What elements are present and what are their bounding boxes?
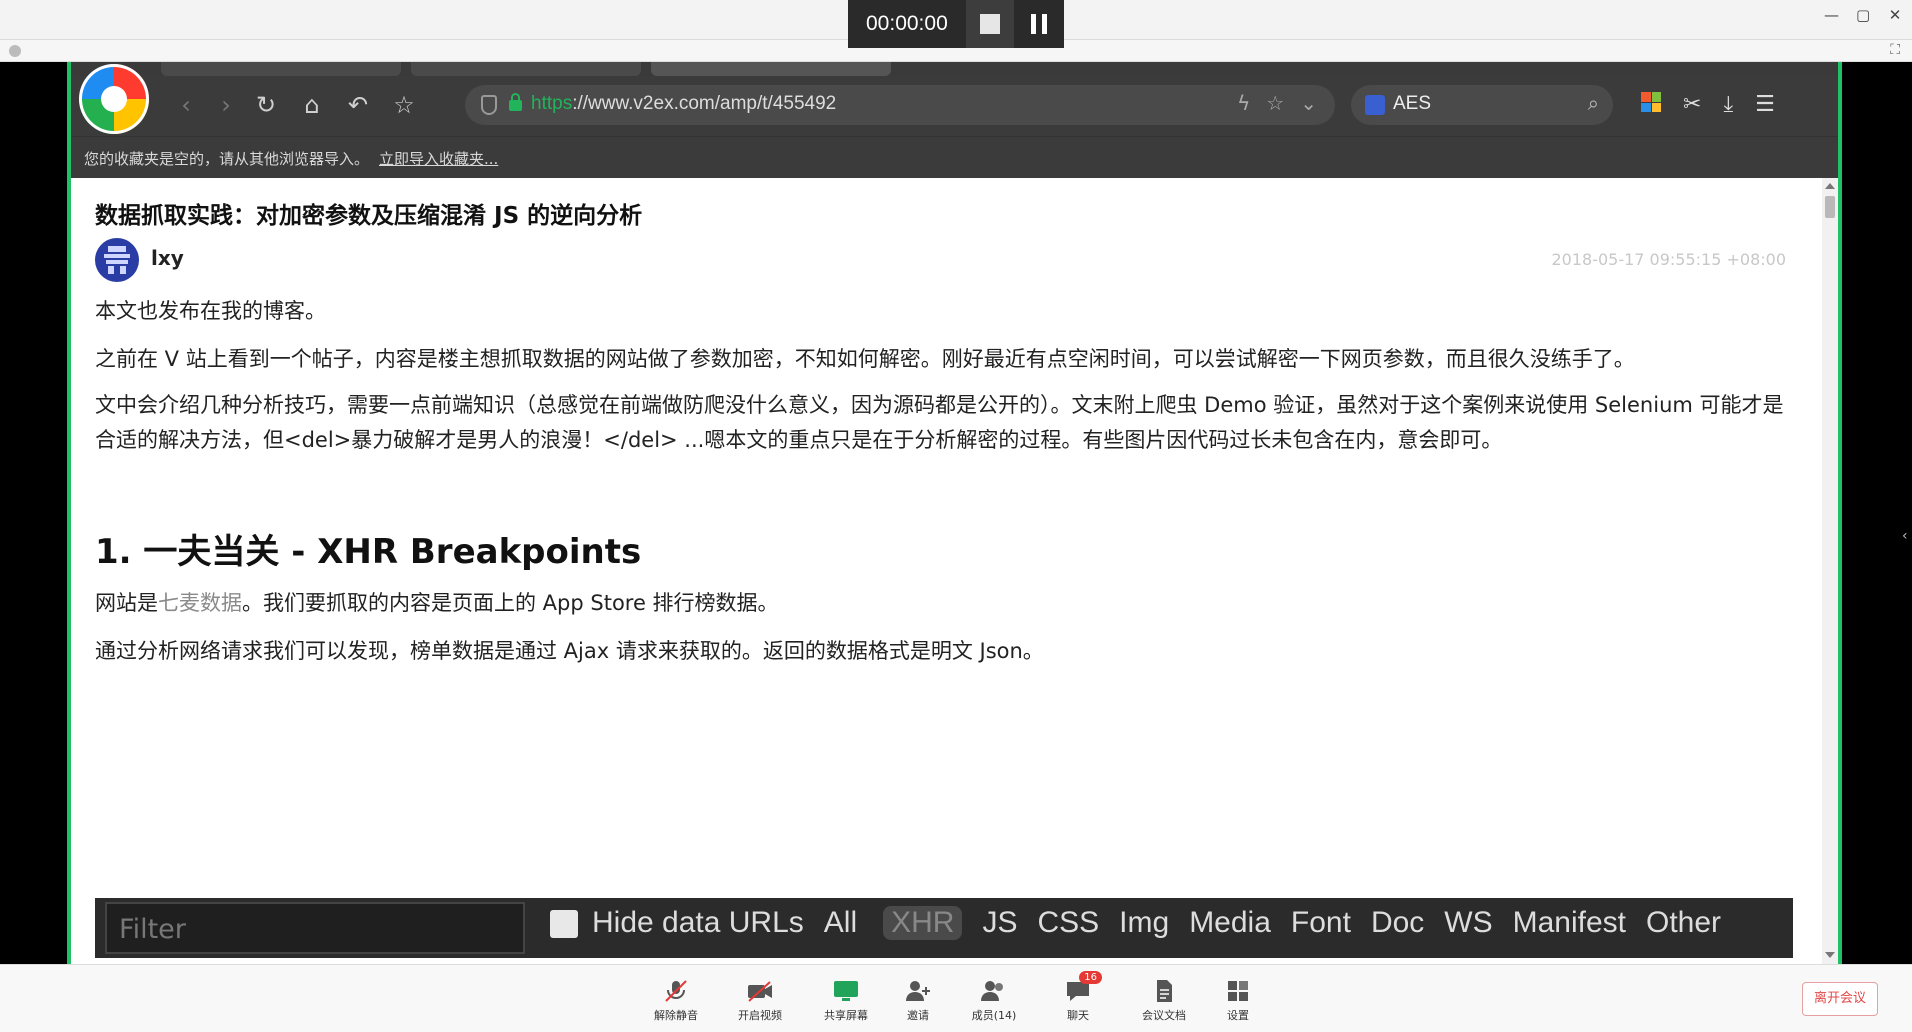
share-screen-button[interactable]: 共享屏幕 [816,979,876,1023]
home-icon[interactable]: ⌂ [297,90,327,120]
search-input[interactable]: AES [1393,93,1431,115]
section-heading: 1. 一夫当关 - XHR Breakpoints [95,532,642,572]
resource-type-filters: Hide data URLs All XHR JS CSS Img Media … [592,906,1721,940]
minimize-button[interactable]: — [1824,6,1839,24]
chevron-down-icon[interactable]: ⌄ [1300,91,1317,115]
toolbar-icons: ✂ ⤓ ☰ [1641,92,1775,117]
filter-img[interactable]: Img [1119,906,1169,940]
page-scrollbar[interactable] [1822,178,1838,964]
status-dot-icon [9,45,21,57]
filter-doc[interactable]: Doc [1371,906,1424,940]
back-icon[interactable]: ‹ [171,90,201,120]
filter-xhr[interactable]: XHR [883,906,963,940]
browser-logo-icon[interactable] [79,64,149,134]
window-controls: — ▢ ✕ [1824,6,1902,24]
filter-manifest[interactable]: Manifest [1513,906,1626,940]
chevron-left-icon[interactable]: ‹ [1902,528,1908,544]
favorite-icon[interactable]: ☆ [1266,91,1284,115]
members-icon [980,979,1008,1003]
lock-icon [509,93,522,111]
browser-window: ‹ › ↻ ⌂ ↶ ☆ https://www.v2ex.com/amp/t/4… [71,62,1838,964]
shield-icon [481,95,497,115]
paragraph-1: 本文也发布在我的博客。 [95,299,326,323]
bookmark-star-icon[interactable]: ☆ [389,90,419,120]
settings-icon [1224,979,1252,1003]
start-video-button[interactable]: 开启视频 [730,979,790,1023]
forward-icon[interactable]: › [211,90,241,120]
share-border-right [1838,62,1842,964]
search-box[interactable]: AES ⌕ [1351,85,1613,125]
recording-control: 00:00:00 [848,0,1064,48]
filter-input[interactable]: Filter [105,902,525,954]
tab-2[interactable] [411,62,641,76]
meeting-controls: 解除静音 开启视频 共享屏幕 邀请 成员(14) 16 聊天 会议文档 设置 离… [0,964,1912,1032]
tab-strip [71,62,1838,76]
settings-button[interactable]: 设置 [1208,979,1268,1023]
scroll-up-icon[interactable] [1825,183,1835,189]
browser-toolbar: ‹ › ↻ ⌂ ↶ ☆ https://www.v2ex.com/amp/t/4… [71,64,1838,136]
mic-muted-icon [662,979,690,1003]
qimai-link[interactable]: 七麦数据 [158,591,242,615]
menu-icon[interactable]: ☰ [1755,92,1775,117]
undo-icon[interactable]: ↶ [343,90,373,120]
meeting-docs-button[interactable]: 会议文档 [1134,979,1194,1023]
document-icon [1150,979,1178,1003]
chat-icon: 16 [1064,971,1102,1003]
paragraph-2: 之前在 V 站上看到一个帖子，内容是楼主想抓取数据的网站做了参数加密，不知如何解… [95,347,1635,371]
filter-media[interactable]: Media [1189,906,1271,940]
scissors-icon[interactable]: ✂ [1683,92,1701,117]
search-engine-icon[interactable] [1365,95,1385,115]
avatar[interactable] [95,238,139,282]
paragraph-5: 通过分析网络请求我们可以发现，榜单数据是通过 Ajax 请求来获取的。返回的数据… [95,639,1044,663]
close-button[interactable]: ✕ [1888,6,1902,24]
invite-button[interactable]: 邀请 [888,979,948,1023]
scroll-down-icon[interactable] [1825,952,1835,958]
address-bar-actions: ϟ ☆ ⌄ [1237,91,1317,115]
stop-icon [980,14,1000,34]
invite-icon [904,979,932,1003]
apps-icon[interactable] [1641,92,1661,112]
paragraph-4: 网站是七麦数据。我们要抓取的内容是页面上的 App Store 排行榜数据。 [95,591,779,615]
post-date: 2018-05-17 09:55:15 +08:00 [1551,250,1786,269]
tab-3[interactable] [651,62,891,76]
chat-button[interactable]: 16 聊天 [1048,971,1108,1023]
members-button[interactable]: 成员(14) [964,979,1024,1023]
bookmarks-bar: 您的收藏夹是空的，请从其他浏览器导入。 立即导入收藏夹... [71,136,1838,178]
devtools-network-filter: Filter Hide data URLs All XHR JS CSS Img… [95,898,1793,958]
reload-icon[interactable]: ↻ [251,90,281,120]
pause-recording-button[interactable] [1014,0,1064,48]
fullscreen-icon[interactable]: ⛶ [1890,42,1900,58]
maximize-button[interactable]: ▢ [1856,6,1870,24]
scroll-thumb[interactable] [1825,196,1835,218]
address-bar[interactable]: https://www.v2ex.com/amp/t/455492 ϟ ☆ ⌄ [465,85,1335,125]
tab-1[interactable] [161,62,401,76]
filter-all[interactable]: All [824,906,857,940]
search-icon[interactable]: ⌕ [1588,91,1599,115]
filter-font[interactable]: Font [1291,906,1351,940]
hide-data-urls-label: Hide data URLs [592,906,804,939]
import-bookmarks-link[interactable]: 立即导入收藏夹... [379,150,498,168]
hide-data-urls-checkbox[interactable] [550,910,578,938]
recording-timer: 00:00:00 [866,12,948,35]
stop-recording-button[interactable] [966,0,1014,48]
pause-icon [1031,14,1036,34]
leave-meeting-button[interactable]: 离开会议 [1802,982,1878,1016]
filter-css[interactable]: CSS [1037,906,1099,940]
url-text[interactable]: https://www.v2ex.com/amp/t/455492 [531,93,836,115]
filter-js[interactable]: JS [982,906,1017,940]
bookmark-notice: 您的收藏夹是空的，请从其他浏览器导入。 立即导入收藏夹... [84,150,499,168]
page-content: 数据抓取实践：对加密参数及压缩混淆 JS 的逆向分析 lxy 2018-05-1… [71,178,1838,964]
unmute-button[interactable]: 解除静音 [646,979,706,1023]
download-icon[interactable]: ⤓ [1723,92,1733,117]
filter-other[interactable]: Other [1646,906,1721,940]
share-screen-icon [832,979,860,1003]
lightning-icon[interactable]: ϟ [1237,91,1250,115]
page-title: 数据抓取实践：对加密参数及压缩混淆 JS 的逆向分析 [95,203,643,229]
chat-badge: 16 [1079,971,1102,984]
video-off-icon [746,979,774,1003]
paragraph-3: 文中会介绍几种分析技巧，需要一点前端知识（总感觉在前端做防爬没什么意义，因为源码… [95,393,1784,452]
author-name[interactable]: lxy [151,246,184,270]
filter-ws[interactable]: WS [1444,906,1492,940]
